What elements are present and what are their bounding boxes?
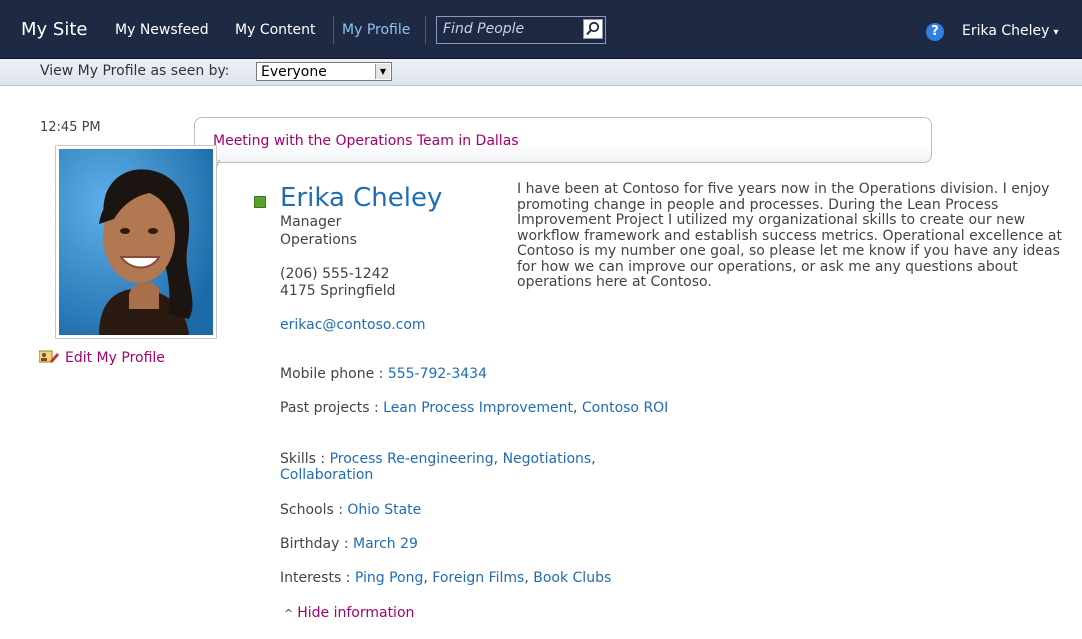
help-icon[interactable]: ? <box>926 23 944 41</box>
project-link[interactable]: Lean Process Improvement <box>383 400 573 416</box>
detail-past-projects: Past projects : Lean Process Improvement… <box>280 400 669 416</box>
detail-label: Past projects : <box>280 400 384 416</box>
detail-mobile-phone: Mobile phone : 555-792-3434 <box>280 366 700 382</box>
profile-name: Erika Cheley <box>280 183 443 213</box>
school-link[interactable]: Ohio State <box>347 502 421 518</box>
profile-title: Manager <box>280 214 342 230</box>
edit-my-profile-label: Edit My Profile <box>65 350 165 366</box>
find-people-box <box>436 16 606 44</box>
birthday-link[interactable]: March 29 <box>353 536 418 552</box>
detail-label: Schools : <box>280 502 348 518</box>
chevron-up-icon: ^ <box>284 607 294 620</box>
skill-link[interactable]: Negotiations <box>503 451 592 467</box>
detail-label: Skills : <box>280 451 330 467</box>
view-as-selected: Everyone <box>261 64 327 80</box>
interest-link[interactable]: Ping Pong <box>355 570 424 586</box>
profile-photo <box>55 145 217 339</box>
edit-my-profile-link[interactable]: Edit My Profile <box>39 350 165 366</box>
status-message: Meeting with the Operations Team in Dall… <box>213 133 519 149</box>
skill-link[interactable]: Collaboration <box>280 467 373 483</box>
user-name: Erika Cheley <box>962 23 1050 39</box>
hide-information-label: Hide information <box>297 605 415 621</box>
chevron-down-icon: ▾ <box>1053 27 1059 38</box>
view-as-bar: View My Profile as seen by: Everyone ▼ <box>0 59 1082 86</box>
profile-phone: (206) 555-1242 <box>280 266 390 282</box>
detail-skills: Skills : Process Re-engineering, Negotia… <box>280 451 596 483</box>
presence-status-icon <box>254 196 266 208</box>
profile-department: Operations <box>280 232 357 248</box>
view-as-label: View My Profile as seen by: <box>40 63 230 79</box>
detail-label: Interests : <box>280 570 355 586</box>
hide-information-link[interactable]: ^ Hide information <box>284 605 414 621</box>
nav-my-content[interactable]: My Content <box>235 22 316 38</box>
interest-link[interactable]: Book Clubs <box>533 570 611 586</box>
dropdown-arrow-icon: ▼ <box>375 64 390 79</box>
profile-office: 4175 Springfield <box>280 283 396 299</box>
view-as-select[interactable]: Everyone ▼ <box>256 62 392 81</box>
detail-interests: Interests : Ping Pong, Foreign Films, Bo… <box>280 570 612 586</box>
mobile-phone-link[interactable]: 555-792-3434 <box>388 366 487 382</box>
nav-divider <box>425 16 426 44</box>
edit-profile-icon <box>39 350 59 363</box>
nav-my-profile[interactable]: My Profile <box>342 22 410 38</box>
nav-divider <box>333 16 334 44</box>
nav-my-newsfeed[interactable]: My Newsfeed <box>115 22 209 38</box>
user-menu[interactable]: Erika Cheley ▾ <box>962 23 1058 39</box>
search-icon <box>586 21 600 36</box>
skill-link[interactable]: Process Re-engineering <box>330 451 494 467</box>
project-link[interactable]: Contoso ROI <box>582 400 668 416</box>
detail-birthday: Birthday : March 29 <box>280 536 700 552</box>
status-time: 12:45 PM <box>40 120 101 135</box>
detail-label: Birthday : <box>280 536 353 552</box>
status-bubble[interactable]: Meeting with the Operations Team in Dall… <box>194 117 932 163</box>
profile-email-link[interactable]: erikac@contoso.com <box>280 317 426 333</box>
site-title[interactable]: My Site <box>21 19 87 40</box>
detail-label: Mobile phone : <box>280 366 388 382</box>
find-people-input[interactable] <box>437 17 587 41</box>
person-portrait-icon <box>59 149 213 335</box>
profile-photo-image <box>59 149 213 335</box>
search-button[interactable] <box>583 19 603 39</box>
profile-about-me: I have been at Contoso for five years no… <box>517 181 1062 290</box>
detail-schools: Schools : Ohio State <box>280 502 700 518</box>
interest-link[interactable]: Foreign Films <box>432 570 524 586</box>
top-bar: My Site My Newsfeed My Content My Profil… <box>0 0 1082 59</box>
